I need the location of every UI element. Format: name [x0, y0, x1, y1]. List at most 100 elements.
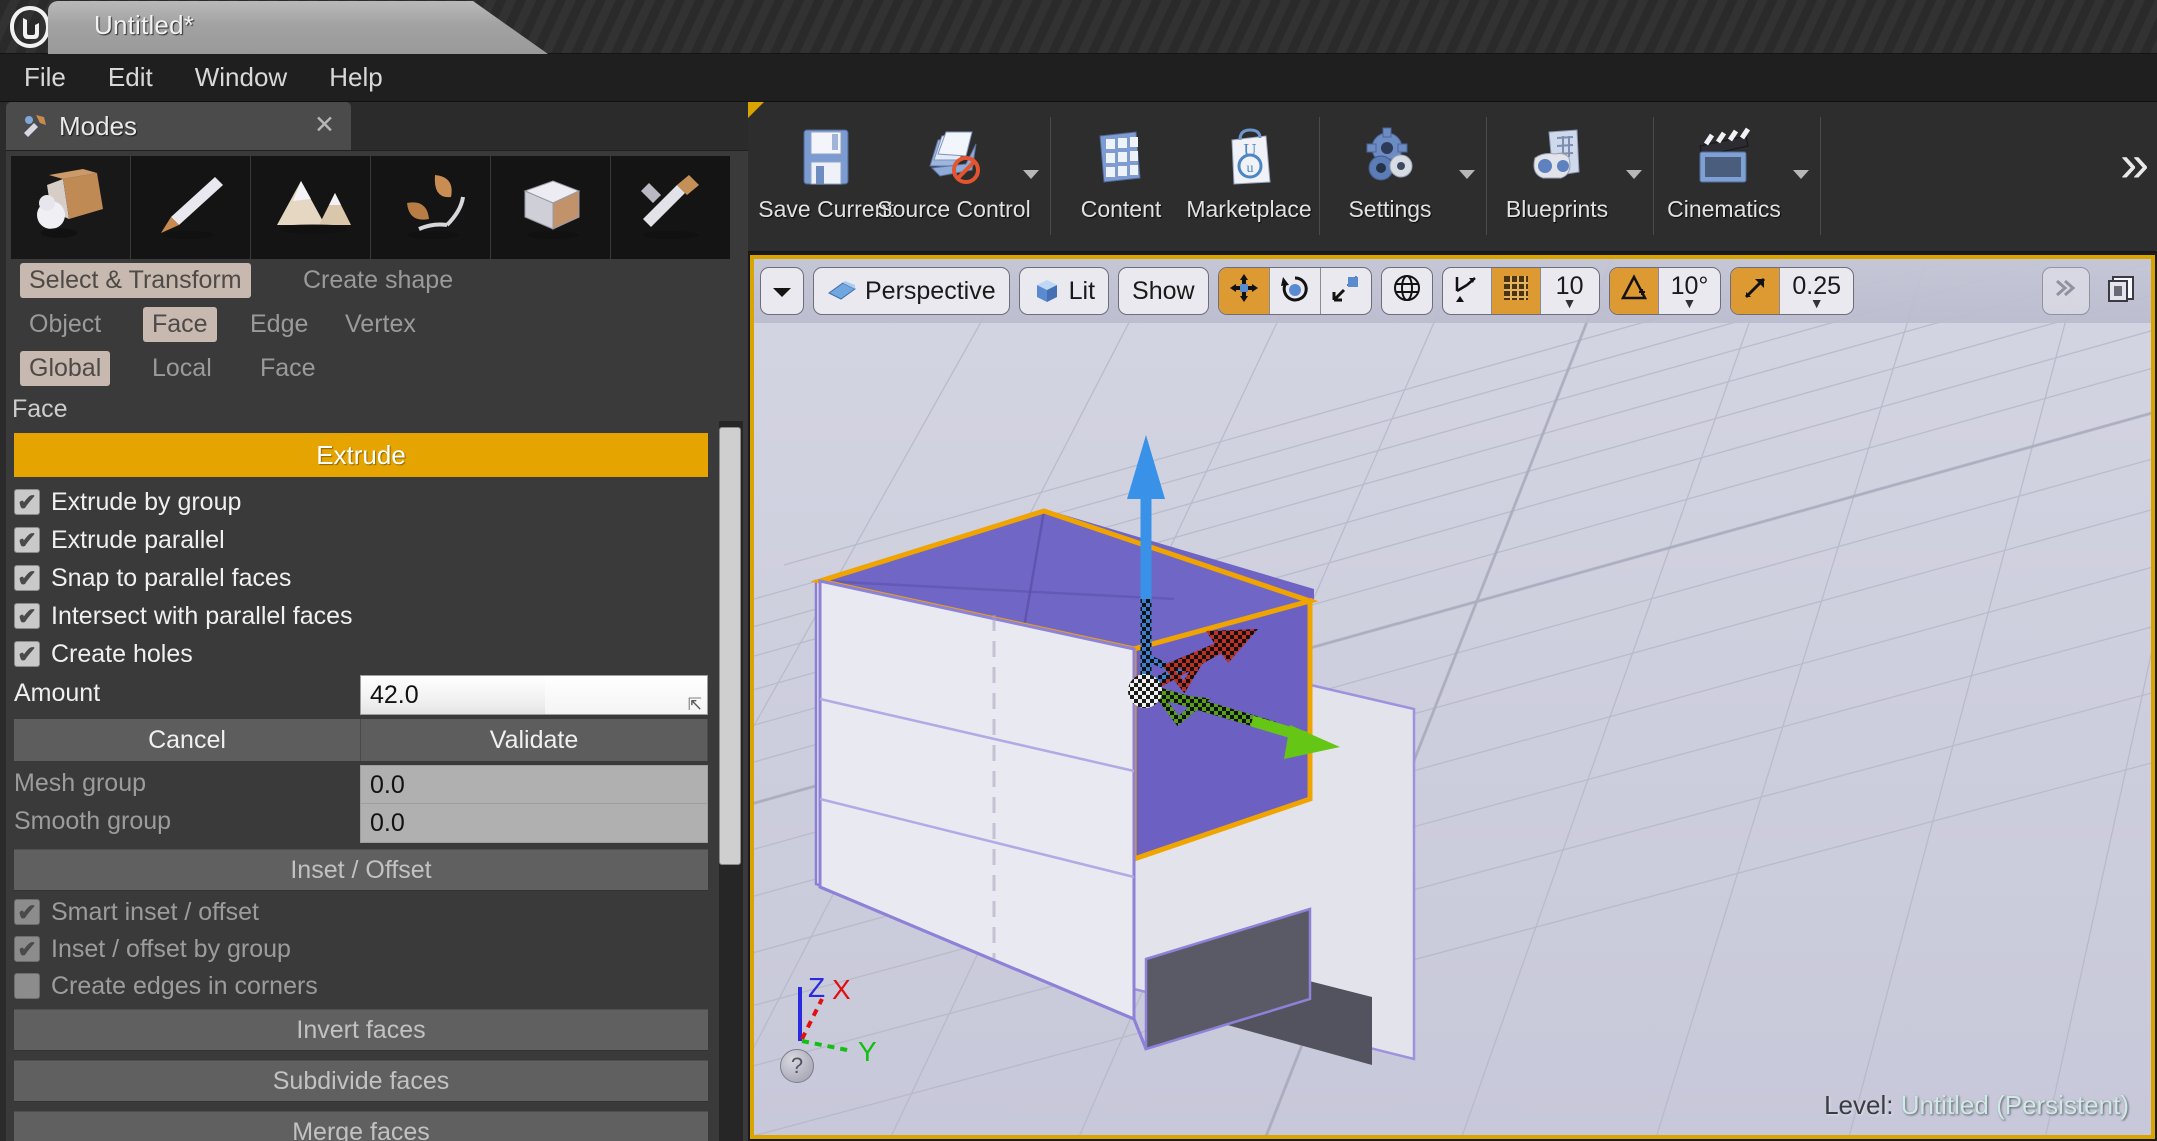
toolbar-label: Cinematics: [1667, 196, 1781, 222]
menu-window[interactable]: Window: [177, 58, 305, 97]
grid-snap-value[interactable]: 10 ▼: [1541, 268, 1599, 314]
checkbox-create-holes[interactable]: ✔ Create holes: [14, 635, 708, 673]
close-icon[interactable]: ✕: [314, 113, 335, 138]
show-menu-button[interactable]: Show: [1118, 267, 1209, 315]
checkbox-icon[interactable]: ✔: [14, 641, 40, 667]
checkbox-icon[interactable]: ✔: [14, 899, 40, 925]
cinematics-button[interactable]: Cinematics: [1660, 112, 1788, 240]
lit-cube-icon: [1033, 277, 1061, 305]
blueprints-button[interactable]: Blueprints: [1493, 112, 1621, 240]
selection-mode-object[interactable]: Object: [20, 307, 110, 342]
transform-space-local[interactable]: Local: [143, 351, 221, 386]
toolbar-label: Save Current: [758, 196, 894, 222]
panel-scrollbar-thumb[interactable]: [719, 427, 741, 865]
cinematics-caret[interactable]: [1788, 112, 1814, 240]
scale-snap-group: 0.25 ▼: [1730, 267, 1855, 315]
transform-space-global[interactable]: Global: [20, 351, 111, 386]
content-button[interactable]: Content: [1057, 112, 1185, 240]
level-viewport[interactable]: Perspective Lit Show 10 ▼ 10° ▼ 0.25 ▼ Z…: [750, 255, 2155, 1139]
checkbox-inset-offset-by-group[interactable]: ✔ Inset / offset by group: [14, 930, 708, 968]
geometry-editing-mode-button[interactable]: [491, 156, 611, 259]
menu-edit[interactable]: Edit: [90, 58, 171, 97]
modes-panel-tab[interactable]: Modes ✕: [6, 102, 351, 150]
checkbox-icon[interactable]: [14, 973, 40, 999]
merge-faces-button[interactable]: Merge faces: [14, 1111, 708, 1141]
move-icon: [1229, 273, 1259, 310]
invert-faces-button[interactable]: Invert faces: [14, 1009, 708, 1051]
checkbox-extrude-parallel[interactable]: ✔ Extrude parallel: [14, 521, 708, 559]
checkbox-extrude-by-group[interactable]: ✔ Extrude by group: [14, 483, 708, 521]
checkbox-label: Create holes: [51, 639, 193, 668]
camera-mode-label: Perspective: [865, 276, 996, 305]
viewport-scene: [754, 259, 2151, 1135]
checkbox-label: Create edges in corners: [51, 971, 318, 1000]
tab-select-and-transform[interactable]: Select & Transform: [20, 263, 251, 298]
tool-tabs-row: Select & Transform Create shape: [6, 263, 748, 303]
source-control-button[interactable]: Source Control: [877, 112, 1031, 240]
settings-caret[interactable]: [1454, 112, 1480, 240]
surface-snap-button[interactable]: [1443, 268, 1492, 314]
blueprints-caret[interactable]: [1621, 112, 1647, 240]
save-current-button[interactable]: Save Current: [758, 112, 894, 240]
inset-offset-button[interactable]: Inset / Offset: [14, 849, 708, 891]
marketplace-button[interactable]: U u Marketplace: [1185, 112, 1313, 240]
angle-snap-value[interactable]: 10° ▼: [1659, 268, 1721, 314]
selection-mode-face[interactable]: Face: [143, 307, 217, 342]
help-question-icon[interactable]: ?: [780, 1049, 814, 1083]
amount-input[interactable]: 42.0: [360, 675, 545, 715]
subdivide-faces-button[interactable]: Subdivide faces: [14, 1060, 708, 1102]
angle-snap-toggle[interactable]: [1609, 268, 1659, 314]
mesh-tool-mode-button[interactable]: [611, 156, 731, 259]
scale-snap-value[interactable]: 0.25 ▼: [1780, 268, 1853, 314]
viewport-options-button[interactable]: [760, 267, 804, 315]
view-mode-button[interactable]: Lit: [1018, 267, 1110, 315]
blueprint-gamepad-icon: [1524, 124, 1590, 190]
landscape-mode-button[interactable]: [251, 156, 371, 259]
checkbox-icon[interactable]: ✔: [14, 936, 40, 962]
grid-snap-toggle[interactable]: [1491, 268, 1541, 314]
coordinate-system-button[interactable]: [1380, 267, 1433, 315]
scale-gizmo-button[interactable]: [1321, 268, 1371, 314]
foliage-mode-button[interactable]: [371, 156, 491, 259]
double-chevron-right-icon: »: [2120, 135, 2149, 193]
transform-space-face[interactable]: Face: [251, 351, 325, 386]
paint-mode-button[interactable]: [131, 156, 251, 259]
settings-button[interactable]: Settings: [1326, 112, 1454, 240]
translate-gizmo-button[interactable]: [1218, 268, 1270, 314]
chevron-down-icon: [1022, 167, 1040, 185]
mesh-group-input[interactable]: 0.0: [360, 765, 708, 805]
tab-create-shape[interactable]: Create shape: [294, 263, 462, 298]
smooth-group-input[interactable]: 0.0: [360, 803, 708, 843]
spinner-icon[interactable]: ⇱: [688, 696, 702, 713]
viewport-toolbar: Perspective Lit Show 10 ▼ 10° ▼ 0.25 ▼: [754, 259, 2151, 323]
checkbox-icon[interactable]: ✔: [14, 489, 40, 515]
amount-input-spinner[interactable]: ⇱: [545, 675, 708, 715]
rotate-gizmo-button[interactable]: [1270, 268, 1321, 314]
source-control-caret[interactable]: [1018, 112, 1044, 240]
validate-button[interactable]: Validate: [361, 719, 708, 761]
selection-mode-vertex[interactable]: Vertex: [336, 307, 425, 342]
menu-help[interactable]: Help: [311, 58, 400, 97]
toolbar-overflow-button[interactable]: »: [2120, 138, 2149, 190]
checkbox-icon[interactable]: ✔: [14, 527, 40, 553]
scale-icon: [1331, 273, 1361, 310]
checkbox-icon[interactable]: ✔: [14, 565, 40, 591]
viewport-layout-button[interactable]: [2099, 267, 2143, 315]
camera-mode-button[interactable]: Perspective: [813, 267, 1010, 315]
selection-mode-edge[interactable]: Edge: [241, 307, 317, 342]
checkbox-intersect-with-parallel-faces[interactable]: ✔ Intersect with parallel faces: [14, 597, 708, 635]
checkbox-label: Inset / offset by group: [51, 934, 291, 963]
place-mode-button[interactable]: [11, 156, 131, 259]
menu-file[interactable]: File: [6, 58, 84, 97]
axis-label-y: Y: [858, 1036, 877, 1067]
checkbox-icon[interactable]: ✔: [14, 603, 40, 629]
scale-snap-toggle[interactable]: [1731, 268, 1781, 314]
checkbox-smart-inset-offset[interactable]: ✔ Smart inset / offset: [14, 893, 708, 931]
checkbox-snap-to-parallel-faces[interactable]: ✔ Snap to parallel faces: [14, 559, 708, 597]
camera-speed-button[interactable]: [2042, 267, 2090, 315]
cancel-button[interactable]: Cancel: [14, 719, 361, 761]
extrude-button[interactable]: Extrude: [14, 433, 708, 477]
checkbox-create-edges-in-corners[interactable]: Create edges in corners: [14, 967, 708, 1005]
source-control-disabled-icon: [921, 124, 987, 190]
checkbox-label: Extrude parallel: [51, 525, 225, 554]
